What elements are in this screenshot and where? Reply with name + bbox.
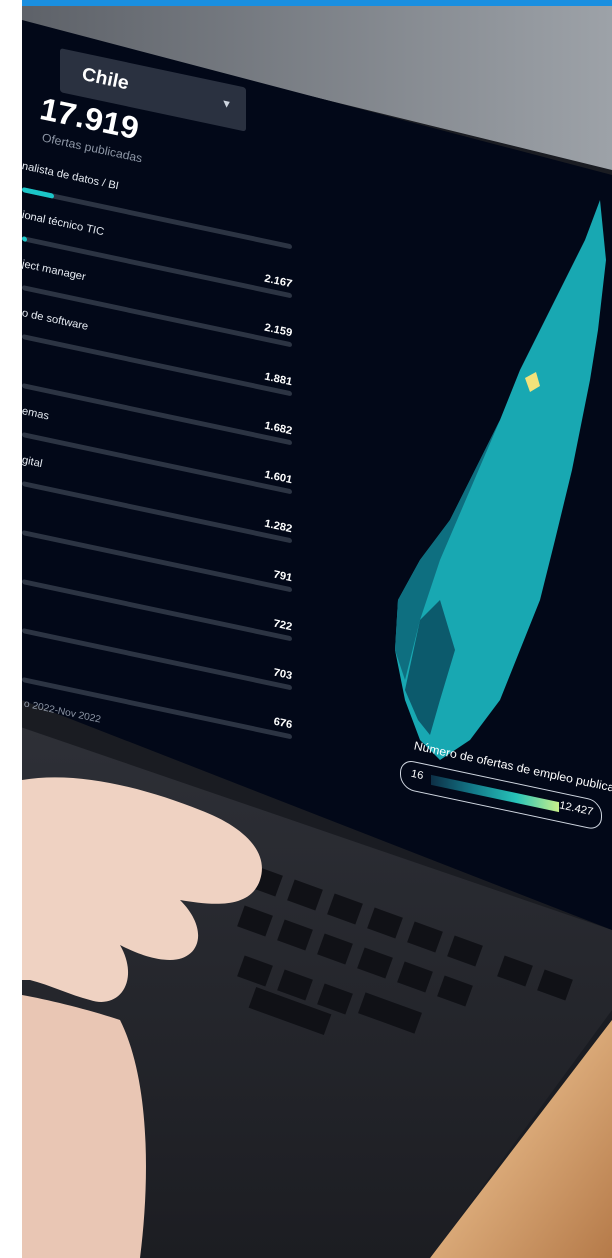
dashboard-screen: Chile ▼ 17.919 Ofertas publicadas nalist… xyxy=(22,0,612,1019)
country-dropdown-label: Chile xyxy=(82,63,129,95)
job-count: 703 xyxy=(273,666,292,683)
legend-max: 12.427 xyxy=(559,799,593,819)
bar-fill xyxy=(22,236,28,243)
job-count: 722 xyxy=(273,617,292,634)
bar-fill xyxy=(22,187,55,199)
legend-gradient-bar xyxy=(431,774,559,813)
left-white-margin xyxy=(0,0,22,1258)
legend-min: 16 xyxy=(411,767,424,783)
job-name: nalista de datos / BI xyxy=(22,160,119,193)
chevron-down-icon: ▼ xyxy=(221,97,232,112)
job-ranking-list: nalista de datos / BI ional técnico TIC … xyxy=(22,160,292,756)
top-accent-bar xyxy=(0,0,612,6)
job-count: 676 xyxy=(273,715,292,732)
job-count: 791 xyxy=(273,568,292,585)
